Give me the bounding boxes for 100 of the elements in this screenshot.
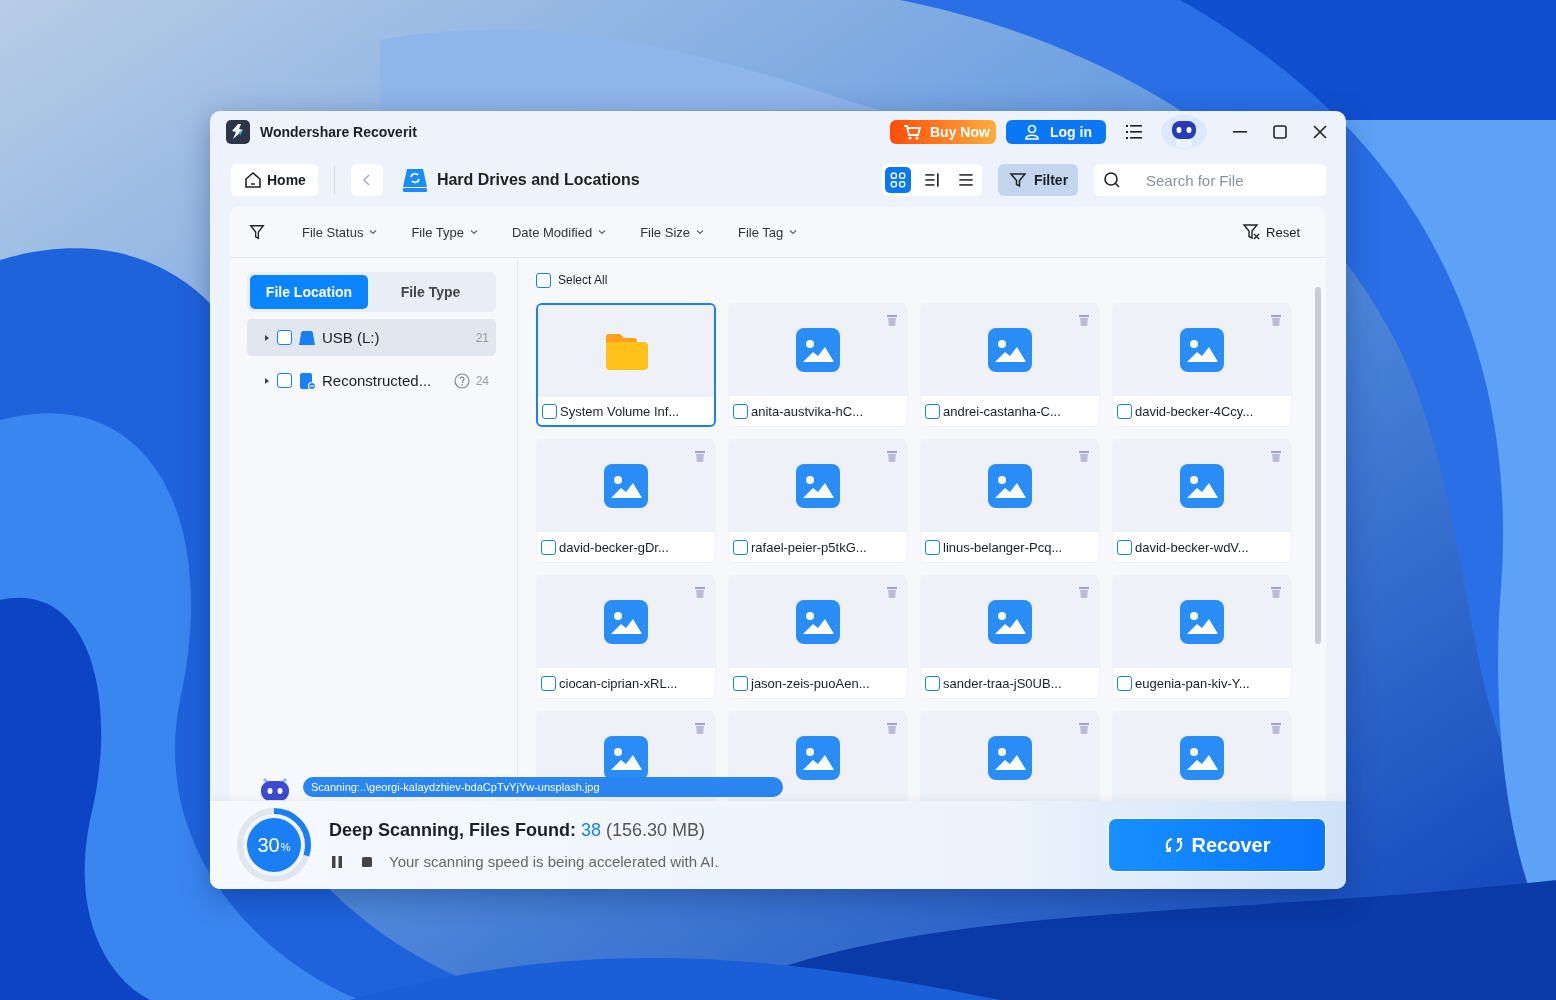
recover-button[interactable]: Recover (1108, 818, 1326, 872)
trash-icon[interactable] (887, 586, 897, 598)
image-icon (796, 464, 840, 508)
scan-message: Your scanning speed is being accelerated with AI. (389, 853, 719, 870)
filter-dropdown[interactable]: File Status (302, 224, 378, 240)
search-field[interactable]: Search for File (1094, 164, 1326, 196)
found-size: (156.30 MB) (606, 820, 706, 841)
filter-dropdown[interactable]: File Tag (738, 224, 798, 240)
image-icon (604, 600, 648, 644)
tree-item[interactable]: Reconstructed... 24 (247, 362, 496, 399)
tree-item[interactable]: USB (L:) 21 (247, 319, 496, 356)
trash-icon[interactable] (887, 314, 897, 326)
checkbox[interactable] (733, 539, 748, 555)
trash-icon[interactable] (1271, 314, 1281, 326)
reset-button[interactable]: Reset (1242, 222, 1300, 242)
sidebar-tab[interactable]: File Location (250, 275, 368, 309)
filter-icon (1007, 170, 1028, 190)
app-logo-icon (226, 120, 250, 144)
trash-icon[interactable] (887, 722, 897, 734)
caret-right-icon[interactable] (263, 333, 271, 342)
file-card[interactable]: david-becker-gDr... (536, 439, 716, 563)
file-count: 21 (475, 330, 489, 345)
grid-view-icon (888, 170, 908, 190)
detail-view-icon (922, 170, 942, 190)
file-card[interactable]: sander-traa-jS0UB... (920, 575, 1100, 699)
file-card[interactable]: david-becker-4Ccy... (1112, 303, 1292, 427)
recover-icon (1163, 835, 1184, 855)
filter-icon (248, 223, 266, 241)
select-all-label[interactable]: Select All (558, 273, 608, 287)
help-icon[interactable] (453, 372, 470, 389)
file-card[interactable]: System Volume Inf... (536, 303, 716, 427)
trash-icon[interactable] (1079, 450, 1089, 462)
trash-icon[interactable] (1079, 722, 1089, 734)
usb-drive-icon (298, 328, 316, 347)
checkbox[interactable] (733, 675, 748, 691)
image-icon (604, 464, 648, 508)
checkbox[interactable] (733, 403, 748, 419)
file-card[interactable]: david-becker-wdV... (1112, 439, 1292, 563)
home-button[interactable]: Home (231, 164, 318, 196)
trash-icon[interactable] (695, 450, 705, 462)
pause-icon[interactable] (329, 853, 345, 870)
scrollbar-thumb[interactable] (1315, 287, 1321, 644)
file-card[interactable]: jason-zeis-puoAen... (728, 575, 908, 699)
robot-avatar-icon[interactable] (1160, 115, 1208, 149)
login-button[interactable]: Log in (1006, 120, 1106, 144)
file-card[interactable] (1112, 711, 1292, 801)
document-icon (298, 371, 316, 390)
trash-icon[interactable] (1271, 450, 1281, 462)
file-name: andrei-castanha-C... (943, 403, 1061, 419)
grid-view-button[interactable] (885, 167, 911, 193)
image-icon (988, 464, 1032, 508)
scanning-path: Scanning:..\georgi-kalaydzhiev-bdaCpTvYjYw-unsplash.jpg (303, 777, 783, 797)
file-card[interactable] (920, 711, 1100, 801)
image-icon (1180, 464, 1224, 508)
checkbox[interactable] (925, 675, 940, 691)
file-card[interactable]: rafael-peier-p5tkG... (728, 439, 908, 563)
image-icon (796, 328, 840, 372)
trash-icon[interactable] (1271, 722, 1281, 734)
caret-right-icon[interactable] (263, 376, 271, 385)
checkbox[interactable] (542, 403, 557, 419)
file-card[interactable]: ciocan-ciprian-xRL... (536, 575, 716, 699)
filter-dropdown[interactable]: Date Modified (511, 224, 607, 240)
checkbox[interactable] (277, 373, 292, 388)
sidebar-tab[interactable]: File Type (368, 275, 493, 309)
file-name: linus-belanger-Pcq... (943, 539, 1063, 555)
trash-icon[interactable] (695, 722, 705, 734)
filter-button[interactable]: Filter (998, 164, 1078, 196)
checkbox[interactable] (277, 330, 292, 345)
filter-dropdown[interactable]: File Type (411, 224, 478, 240)
file-card[interactable]: andrei-castanha-C... (920, 303, 1100, 427)
file-card[interactable]: eugenia-pan-kiv-Y... (1112, 575, 1292, 699)
checkbox[interactable] (541, 675, 556, 691)
file-card[interactable] (728, 711, 908, 801)
trash-icon[interactable] (887, 450, 897, 462)
image-icon (1180, 736, 1224, 780)
window-title: Wondershare Recoverit (260, 124, 418, 140)
tree-label: Reconstructed... (322, 372, 433, 389)
scan-status: Deep Scanning, Files Found: (329, 820, 577, 841)
checkbox[interactable] (536, 272, 551, 288)
checkbox[interactable] (925, 539, 940, 555)
filter-dropdown[interactable]: File Size (640, 224, 704, 240)
file-name: eugenia-pan-kiv-Y... (1135, 675, 1250, 691)
percent-sign: % (280, 841, 291, 853)
home-icon (243, 170, 263, 190)
trash-icon[interactable] (1079, 586, 1089, 598)
search-icon (1102, 170, 1122, 190)
image-icon (796, 600, 840, 644)
file-name: sander-traa-jS0UB... (943, 675, 1062, 691)
file-name: System Volume Inf... (560, 403, 680, 419)
file-card[interactable]: linus-belanger-Pcq... (920, 439, 1100, 563)
file-card[interactable]: anita-austvika-hC... (728, 303, 908, 427)
trash-icon[interactable] (1271, 586, 1281, 598)
checkbox[interactable] (541, 539, 556, 555)
trash-icon[interactable] (695, 586, 705, 598)
checkbox[interactable] (1117, 403, 1132, 419)
trash-icon[interactable] (1079, 314, 1089, 326)
image-icon (1180, 600, 1224, 644)
checkbox[interactable] (925, 403, 940, 419)
checkbox[interactable] (1117, 675, 1132, 691)
checkbox[interactable] (1117, 539, 1132, 555)
